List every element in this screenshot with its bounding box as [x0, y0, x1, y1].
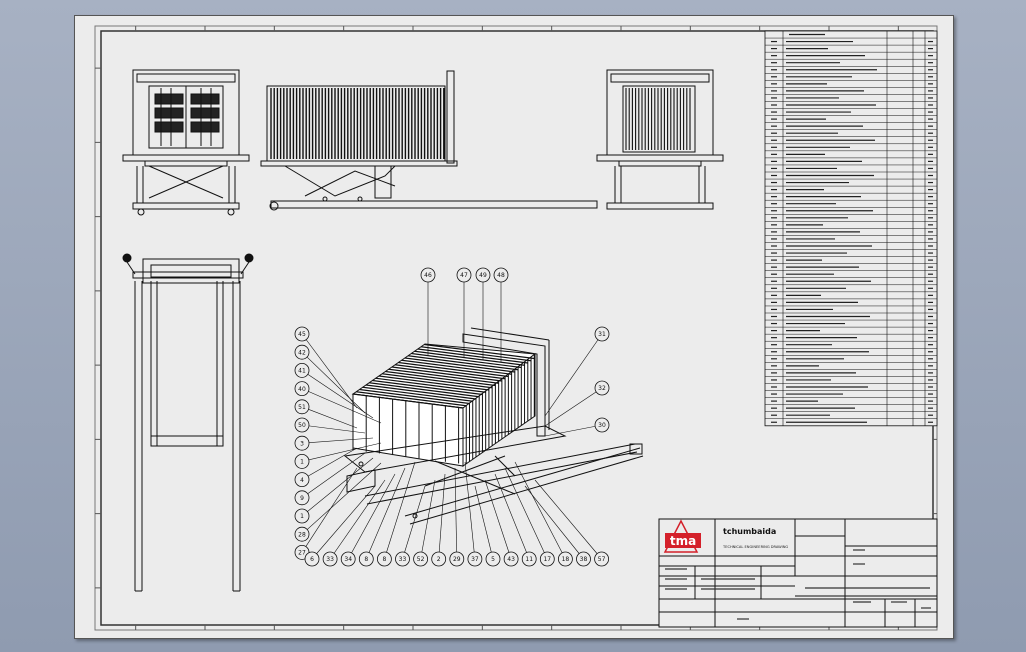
- balloon-label: 45: [298, 331, 306, 338]
- balloon-label: 4: [300, 477, 304, 484]
- balloon-label: 57: [598, 556, 606, 563]
- bill-of-materials: [764, 30, 938, 427]
- balloon-label: 30: [598, 422, 606, 429]
- balloon-label: 8: [364, 556, 368, 563]
- side-view: [260, 70, 598, 211]
- balloon-label: 43: [507, 556, 515, 563]
- front-view: [122, 69, 250, 216]
- balloon-label: 37: [471, 556, 479, 563]
- cad-viewport[interactable]: 46 47 49 48 45 42 41 40 51 50 3 1 4 9 1 28 27 31 32 30 6 33 34…: [0, 0, 1026, 652]
- balloon-label: 1: [300, 459, 304, 466]
- balloon-label: 3: [300, 440, 304, 447]
- balloon-label: 38: [580, 556, 588, 563]
- balloon-label: 17: [543, 556, 551, 563]
- balloon-label: 32: [598, 385, 606, 392]
- company-subtitle: TECHNICAL ENGINEERING DRAWING: [722, 545, 788, 549]
- balloon-label: 29: [453, 556, 461, 563]
- balloon-label: 41: [298, 368, 306, 375]
- logo-text: tma: [670, 534, 696, 548]
- balloon-label: 8: [382, 556, 386, 563]
- balloon-label: 49: [479, 272, 487, 279]
- balloon-label: 28: [298, 531, 306, 538]
- balloon-label: 6: [310, 556, 314, 563]
- balloon-label: 5: [491, 556, 495, 563]
- balloon-label: 47: [460, 272, 468, 279]
- balloon-label: 11: [525, 556, 533, 563]
- rear-view: [596, 69, 724, 210]
- balloon-label: 33: [399, 556, 407, 563]
- company-name: tchumbaida: [723, 527, 776, 536]
- balloon-label: 50: [298, 422, 306, 429]
- balloon-label: 34: [344, 556, 352, 563]
- drawing-canvas: 46 47 49 484542414051503149128273132306 33 34…: [94, 25, 938, 631]
- top-view: [122, 253, 254, 592]
- balloon-label: 46: [424, 272, 432, 279]
- balloon-label: 27: [298, 550, 306, 557]
- balloon-label: 2: [437, 556, 441, 563]
- balloon-label: 48: [497, 272, 505, 279]
- balloon-label: 52: [417, 556, 425, 563]
- balloon-label: 40: [298, 386, 306, 393]
- balloon-label: 18: [562, 556, 570, 563]
- balloon-label: 31: [598, 331, 606, 338]
- balloon-label: 51: [298, 404, 306, 411]
- balloon-label: 1: [300, 513, 304, 520]
- balloon-label: 9: [300, 495, 304, 502]
- balloon-label: 42: [298, 349, 306, 356]
- drawing-sheet: 46 47 49 48 45 42 41 40 51 50 3 1 4 9 1 28 27 31 32 30 6 33 34…: [74, 15, 954, 639]
- balloon-label: 33: [326, 556, 334, 563]
